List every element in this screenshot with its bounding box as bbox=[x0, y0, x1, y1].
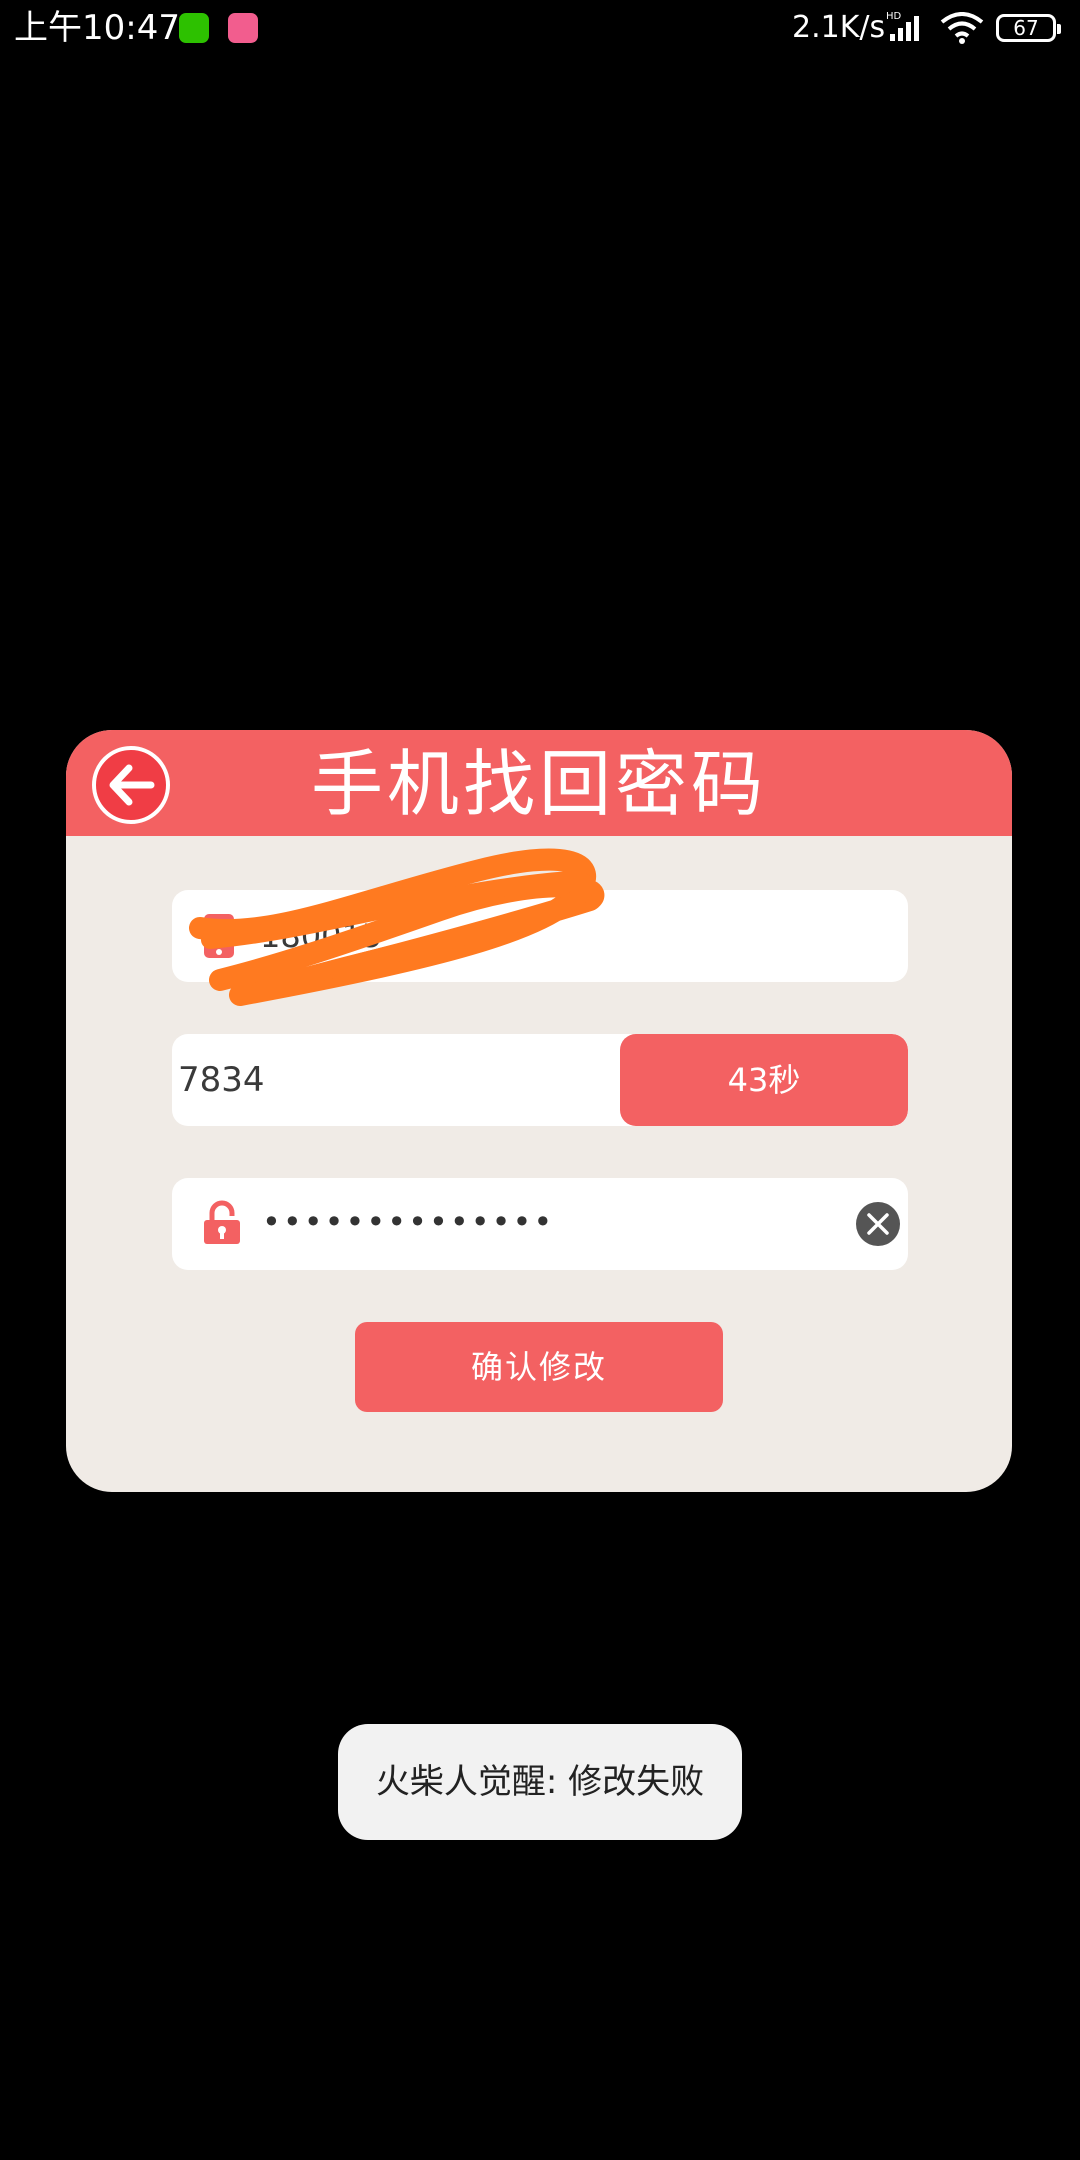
password-input[interactable]: •••••••••••••• bbox=[262, 1198, 554, 1246]
clear-password-button[interactable] bbox=[856, 1202, 900, 1246]
recover-password-dialog: 手机找回密码 7834 43秒 bbox=[66, 730, 1012, 1492]
wifi-icon bbox=[940, 12, 984, 48]
screen: 上午10:47 2.1K/s HD 67 手机找回密码 180015 7834 … bbox=[0, 0, 1080, 2160]
dialog-header: 手机找回密码 bbox=[66, 730, 1012, 836]
wechat-icon bbox=[179, 13, 209, 43]
lock-icon bbox=[202, 1200, 242, 1250]
toast-message: 火柴人觉醒: 修改失败 bbox=[338, 1724, 742, 1840]
back-arrow-icon bbox=[109, 764, 155, 806]
phone-input[interactable] bbox=[260, 912, 860, 960]
battery-icon: 67 bbox=[996, 14, 1061, 42]
phone-field[interactable] bbox=[172, 890, 908, 982]
password-field[interactable]: •••••••••••••• bbox=[172, 1178, 908, 1270]
resend-countdown-button[interactable]: 43秒 bbox=[620, 1034, 908, 1126]
status-bar: 上午10:47 2.1K/s HD 67 bbox=[0, 0, 1080, 58]
back-button[interactable] bbox=[92, 746, 170, 824]
confirm-change-button[interactable]: 确认修改 bbox=[355, 1322, 723, 1412]
signal-icon: HD bbox=[886, 10, 926, 46]
verification-code-input[interactable]: 7834 bbox=[178, 1056, 265, 1104]
close-icon bbox=[867, 1213, 889, 1235]
bilibili-icon bbox=[228, 13, 258, 43]
hd-label: HD bbox=[886, 11, 902, 22]
network-speed: 2.1K/s bbox=[792, 10, 886, 45]
verification-code-field[interactable]: 7834 43秒 bbox=[172, 1034, 908, 1126]
phone-icon bbox=[202, 912, 236, 964]
battery-level: 67 bbox=[1013, 16, 1039, 40]
status-time: 上午10:47 bbox=[14, 8, 180, 48]
dialog-title: 手机找回密码 bbox=[310, 742, 767, 826]
